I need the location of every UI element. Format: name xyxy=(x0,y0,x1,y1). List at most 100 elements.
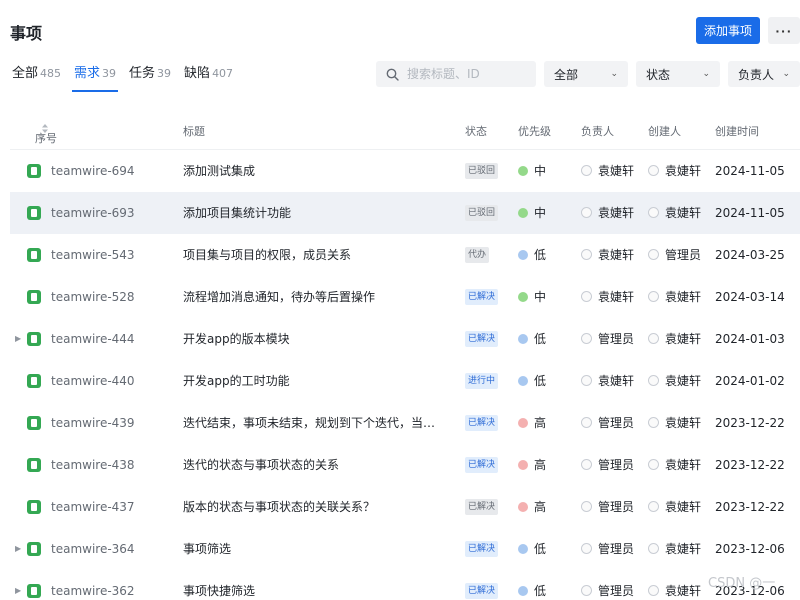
requirement-type-icon xyxy=(27,458,41,472)
item-id[interactable]: teamwire-543 xyxy=(51,234,135,276)
item-id[interactable]: teamwire-437 xyxy=(51,486,135,528)
table-row[interactable]: teamwire-543 项目集与项目的权限，成员关系 代办 低 袁婕轩 管理员 2024-… xyxy=(10,234,800,276)
scope-filter-select[interactable]: 全部 ⌄ xyxy=(544,61,628,87)
table-row[interactable]: teamwire-439 迭代结束，事项未结束，规划到下个迭代，当… 已解决 高 管理员… xyxy=(10,402,800,444)
table-row[interactable]: ▶ teamwire-364 事项筛选 已解决 低 管理员 袁婕轩 2023-12-06 xyxy=(10,528,800,570)
item-id[interactable]: teamwire-528 xyxy=(51,276,135,318)
assignee-name: 袁婕轩 xyxy=(598,206,635,220)
item-title[interactable]: 开发app的工时功能 xyxy=(183,360,290,402)
status-filter-select[interactable]: 状态 ⌄ xyxy=(636,61,720,87)
creator-cell: 袁婕轩 xyxy=(648,150,701,192)
creator-name: 袁婕轩 xyxy=(665,290,702,304)
assignee-cell[interactable]: 管理员 xyxy=(581,444,634,486)
table-row[interactable]: teamwire-694 添加测试集成 已驳回 中 袁婕轩 袁婕轩 2024-11-05 xyxy=(10,150,800,192)
priority-cell[interactable]: 中 xyxy=(518,150,546,192)
assignee-cell[interactable]: 管理员 xyxy=(581,318,634,360)
avatar-icon xyxy=(648,543,659,554)
status-badge[interactable]: 已驳回 xyxy=(465,163,499,179)
item-title[interactable]: 事项筛选 xyxy=(183,528,231,570)
priority-cell[interactable]: 低 xyxy=(518,360,546,402)
item-id[interactable]: teamwire-362 xyxy=(51,570,135,600)
item-id[interactable]: teamwire-440 xyxy=(51,360,135,402)
tab-requirements[interactable]: 需求 39 xyxy=(72,62,119,92)
priority-dot-icon xyxy=(518,460,528,470)
status-badge[interactable]: 进行中 xyxy=(465,373,499,389)
item-title[interactable]: 添加测试集成 xyxy=(183,150,255,192)
assignee-cell[interactable]: 管理员 xyxy=(581,402,634,444)
item-title[interactable]: 添加项目集统计功能 xyxy=(183,192,291,234)
priority-cell[interactable]: 高 xyxy=(518,402,546,444)
tab-all[interactable]: 全部 485 xyxy=(12,62,61,92)
priority-dot-icon xyxy=(518,250,528,260)
expand-icon[interactable]: ▶ xyxy=(15,570,21,600)
status-badge[interactable]: 已解决 xyxy=(465,415,499,431)
item-id[interactable]: teamwire-444 xyxy=(51,318,135,360)
priority-cell[interactable]: 低 xyxy=(518,318,546,360)
priority-label: 高 xyxy=(534,416,547,430)
priority-cell[interactable]: 低 xyxy=(518,570,546,600)
status-badge[interactable]: 已解决 xyxy=(465,583,499,599)
table-row[interactable]: ▶ teamwire-362 事项快捷筛选 已解决低管理员 袁婕轩 2023-12-06 xyxy=(10,570,800,600)
avatar-icon xyxy=(648,585,659,596)
assignee-cell[interactable]: 管理员 xyxy=(581,486,634,528)
creator-cell: 袁婕轩 xyxy=(648,318,701,360)
priority-cell[interactable]: 低 xyxy=(518,234,546,276)
table-row[interactable]: teamwire-437 版本的状态与事项状态的关联关系？ 已解决 高 管理员 袁婕轩 20… xyxy=(10,486,800,528)
table-row[interactable]: teamwire-438 迭代的状态与事项状态的关系 已解决 高 管理员 袁婕轩 2023-… xyxy=(10,444,800,486)
assignee-filter-select[interactable]: 负责人 ⌄ xyxy=(728,61,800,87)
item-title[interactable]: 迭代的状态与事项状态的关系 xyxy=(183,444,339,486)
status-badge[interactable]: 已驳回 xyxy=(465,205,499,221)
assignee-cell[interactable]: 袁婕轩 xyxy=(581,360,634,402)
tab-defects[interactable]: 缺陷 407 xyxy=(184,62,233,92)
item-title[interactable]: 迭代结束，事项未结束，规划到下个迭代，当… xyxy=(183,402,435,444)
assignee-cell[interactable]: 袁婕轩 xyxy=(581,192,634,234)
status-badge[interactable]: 代办 xyxy=(465,247,490,263)
item-id[interactable]: teamwire-438 xyxy=(51,444,135,486)
status-badge[interactable]: 已解决 xyxy=(465,499,499,515)
avatar-icon xyxy=(581,207,592,218)
search-input[interactable] xyxy=(407,67,527,81)
requirement-type-icon xyxy=(27,290,41,304)
priority-cell[interactable]: 低 xyxy=(518,528,546,570)
column-header-id[interactable]: 序号 xyxy=(35,123,57,145)
assignee-cell[interactable]: 袁婕轩 xyxy=(581,276,634,318)
item-id[interactable]: teamwire-439 xyxy=(51,402,135,444)
status-badge[interactable]: 已解决 xyxy=(465,331,499,347)
expand-icon[interactable]: ▶ xyxy=(15,528,21,570)
priority-cell[interactable]: 高 xyxy=(518,486,546,528)
creator-cell: 袁婕轩 xyxy=(648,486,701,528)
item-title[interactable]: 项目集与项目的权限，成员关系 xyxy=(183,234,351,276)
assignee-cell[interactable]: 袁婕轩 xyxy=(581,234,634,276)
tab-tasks[interactable]: 任务 39 xyxy=(129,62,171,92)
assignee-cell[interactable]: 管理员 xyxy=(581,570,634,600)
priority-cell[interactable]: 中 xyxy=(518,192,546,234)
assignee-name: 袁婕轩 xyxy=(598,164,635,178)
item-id[interactable]: teamwire-693 xyxy=(51,192,135,234)
priority-label: 低 xyxy=(534,542,547,556)
item-title[interactable]: 事项快捷筛选 xyxy=(183,570,255,600)
assignee-cell[interactable]: 管理员 xyxy=(581,528,634,570)
item-title[interactable]: 开发app的版本模块 xyxy=(183,318,290,360)
status-badge[interactable]: 已解决 xyxy=(465,457,499,473)
item-id[interactable]: teamwire-694 xyxy=(51,150,135,192)
priority-cell[interactable]: 中 xyxy=(518,276,546,318)
column-header-created: 创建时间 xyxy=(715,125,759,138)
table-row[interactable]: ▶ teamwire-444 开发app的版本模块 已解决 低 管理员 袁婕轩 2024-01… xyxy=(10,318,800,360)
assignee-name: 管理员 xyxy=(598,542,635,556)
chevron-down-icon: ⌄ xyxy=(782,69,790,79)
priority-label: 低 xyxy=(534,248,547,262)
status-badge[interactable]: 已解决 xyxy=(465,541,499,557)
table-row[interactable]: teamwire-693 添加项目集统计功能 已驳回 中 袁婕轩 袁婕轩 2024-11-0… xyxy=(10,192,800,234)
status-badge[interactable]: 已解决 xyxy=(465,289,499,305)
creator-name: 袁婕轩 xyxy=(665,332,702,346)
table-row[interactable]: teamwire-528 流程增加消息通知，待办等后置操作 已解决 中 袁婕轩 袁婕轩 20… xyxy=(10,276,800,318)
more-options-button[interactable]: ··· xyxy=(768,17,800,44)
item-title[interactable]: 流程增加消息通知，待办等后置操作 xyxy=(183,276,375,318)
item-title[interactable]: 版本的状态与事项状态的关联关系？ xyxy=(183,486,375,528)
expand-icon[interactable]: ▶ xyxy=(15,318,21,360)
item-id[interactable]: teamwire-364 xyxy=(51,528,135,570)
add-item-button[interactable]: 添加事项 xyxy=(696,17,760,44)
table-row[interactable]: teamwire-440 开发app的工时功能 进行中 低 袁婕轩 袁婕轩 2024-01-… xyxy=(10,360,800,402)
assignee-cell[interactable]: 袁婕轩 xyxy=(581,150,634,192)
priority-cell[interactable]: 高 xyxy=(518,444,546,486)
